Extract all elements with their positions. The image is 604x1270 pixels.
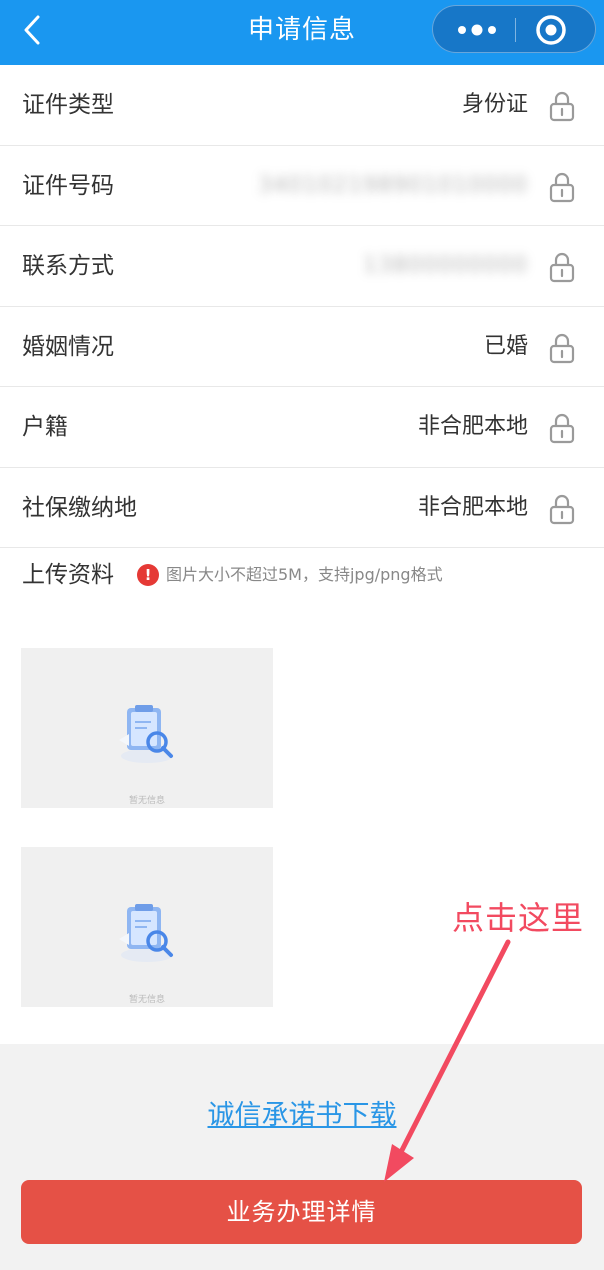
lock-icon	[549, 172, 575, 202]
info-value: 非合肥本地	[417, 414, 528, 439]
lock-icon	[549, 413, 575, 444]
info-row: 联系方式 13800000000	[0, 226, 604, 307]
info-value: 13800000000	[363, 253, 528, 278]
download-commitment-link[interactable]: 诚信承诺书下载	[0, 1098, 604, 1134]
empty-text: 暂无信息	[128, 995, 165, 1005]
mini-program-capsule	[432, 5, 596, 53]
upload-section: 上传资料 ! 图片大小不超过5M，支持jpg/png格式 暂无信息 暂无信息	[0, 548, 604, 1044]
lock-icon	[549, 494, 575, 524]
warning-icon: !	[137, 564, 159, 586]
business-details-button[interactable]: 业务办理详情	[21, 1180, 582, 1244]
info-row: 户籍 非合肥本地	[0, 387, 604, 468]
upload-title: 上传资料	[22, 562, 114, 588]
document-search-icon	[119, 904, 173, 962]
top-nav-bar: 申请信息	[0, 0, 604, 65]
capsule-divider	[515, 18, 516, 42]
info-label: 联系方式	[22, 253, 114, 279]
upload-hint: 图片大小不超过5M，支持jpg/png格式	[166, 565, 443, 584]
document-search-icon	[119, 705, 173, 763]
target-circle-icon[interactable]	[533, 12, 569, 48]
more-dots-icon[interactable]	[451, 6, 507, 54]
annotation-label: 点击这里	[452, 899, 585, 937]
info-label: 证件号码	[22, 172, 114, 199]
info-row: 证件号码 340102198901010000	[0, 145, 604, 226]
info-value: 340102198901010000	[258, 172, 528, 198]
upload-placeholder-1[interactable]: 暂无信息	[21, 648, 273, 808]
application-info-page: 申请信息 证件类型 身份证证件号码 340102198901010000 联系方式 13…	[0, 0, 604, 1270]
info-value: 身份证	[461, 92, 528, 117]
info-row: 婚姻情况 已婚	[0, 306, 604, 387]
upload-placeholder-2[interactable]: 暂无信息	[21, 847, 273, 1007]
info-label: 户籍	[22, 414, 68, 440]
info-label: 证件类型	[22, 92, 114, 118]
lock-icon	[549, 252, 575, 283]
info-label: 婚姻情况	[22, 333, 114, 360]
info-row: 证件类型 身份证	[0, 65, 604, 146]
info-list: 证件类型 身份证证件号码 340102198901010000 联系方式 1380000…	[0, 65, 604, 548]
lock-icon	[549, 333, 575, 363]
info-row: 社保缴纳地 非合肥本地	[0, 467, 604, 548]
empty-text: 暂无信息	[128, 796, 165, 806]
info-value: 已婚	[483, 333, 528, 359]
info-label: 社保缴纳地	[22, 494, 137, 521]
info-value: 非合肥本地	[417, 494, 528, 520]
lock-icon	[549, 91, 575, 122]
